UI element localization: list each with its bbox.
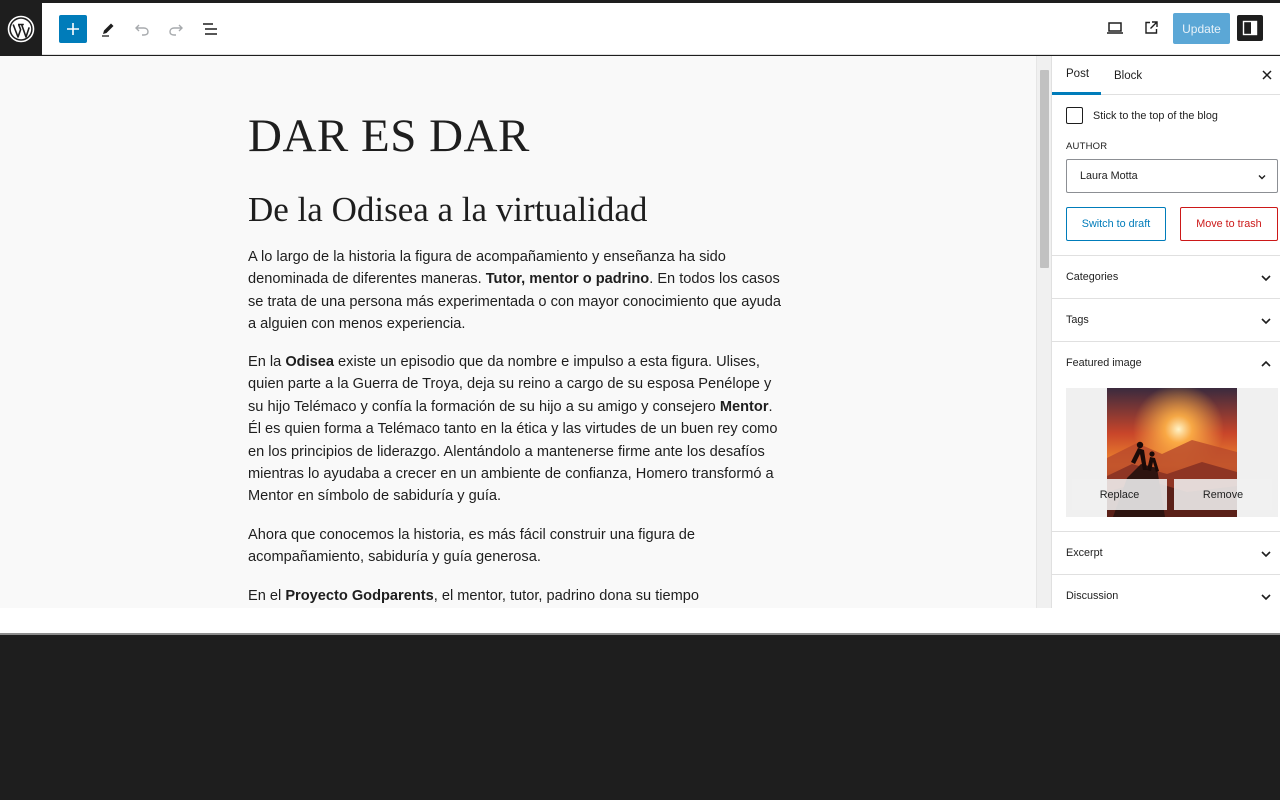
paragraph-bold-text: Mentor [719,398,769,415]
panel-categories[interactable]: Categories [1052,255,1280,298]
paragraph-text: En el [248,588,286,604]
post-heading[interactable]: De la Odisea a la virtualidad [248,190,647,230]
undo-button[interactable] [130,17,154,41]
paragraph-bold-text: Odisea [285,354,334,370]
chevron-down-icon [1261,594,1271,601]
sticky-option: Stick to the top of the blog [1066,107,1218,124]
switch-to-draft-button[interactable]: Switch to draft [1066,207,1166,241]
paragraph-text: En la [248,354,286,370]
panel-title: Tags [1066,314,1089,326]
panel-title: Excerpt [1066,547,1103,559]
panel-tags[interactable]: Tags [1052,298,1280,341]
paragraph-text: , el mentor, tutor, padrino dona su tiem… [433,588,700,604]
plus-icon [67,23,79,35]
paragraph-bold-text: Proyecto Godparents [285,588,434,604]
add-block-button[interactable] [59,15,87,43]
paragraph-block[interactable]: A lo largo de la historia la figura de a… [248,246,788,336]
wordpress-logo-button[interactable] [0,3,42,55]
chevron-down-icon [1261,551,1271,558]
panel-title: Categories [1066,271,1119,283]
author-label: AUTHOR [1066,141,1108,152]
panel-discussion[interactable]: Discussion [1052,574,1280,608]
panel-excerpt[interactable]: Excerpt [1052,531,1280,574]
author-value: Laura Motta [1080,170,1138,182]
list-view-button[interactable] [198,17,222,41]
pencil-icon [102,23,114,37]
list-view-icon [203,23,217,35]
tab-post[interactable]: Post [1052,56,1101,95]
featured-image-area: Replace Remove [1066,388,1278,517]
window-bottom-edge [0,608,1280,635]
close-icon [1262,70,1272,80]
paragraph-block[interactable]: En el Proyecto Godparents, el mentor, tu… [248,585,788,607]
tools-button[interactable] [96,17,120,41]
chevron-up-icon [1261,360,1271,367]
sticky-label: Stick to the top of the blog [1093,109,1218,122]
chevron-down-icon [1258,175,1266,180]
external-link-icon [1145,21,1158,34]
view-post-button[interactable] [1139,16,1163,40]
undo-icon [135,24,149,36]
panel-featured-image[interactable]: Featured image [1052,341,1280,384]
editor-app: Update DAR ES DAR De la Odisea a la virt… [0,0,1280,800]
author-select[interactable]: Laura Motta [1066,159,1278,193]
desktop-icon [1107,22,1123,34]
close-sidebar-button[interactable] [1259,67,1275,83]
preview-button[interactable] [1103,16,1127,40]
redo-icon [169,24,183,36]
move-to-trash-button[interactable]: Move to trash [1180,207,1278,241]
update-button[interactable]: Update [1173,13,1230,44]
sticky-checkbox[interactable] [1066,107,1083,124]
settings-sidebar: Post Block Stick to the top of the blog … [1051,56,1280,608]
editor-toolbar: Update [0,3,1280,55]
panel-title: Discussion [1066,590,1119,602]
canvas-scrollbar[interactable] [1036,56,1051,608]
sidebar-toggle-icon [1242,20,1258,36]
tab-block[interactable]: Block [1114,56,1142,95]
panel-title: Featured image [1066,357,1142,369]
paragraph-block[interactable]: Ahora que conocemos la historia, es más … [248,524,788,569]
post-title[interactable]: DAR ES DAR [248,109,530,163]
sidebar-tabs: Post Block [1052,56,1280,95]
replace-image-button[interactable]: Replace [1072,479,1167,510]
paragraph-bold-text: Tutor, mentor o padrino [485,271,650,288]
redo-button[interactable] [164,17,188,41]
paragraph-block[interactable]: En la Odisea existe un episodio que da n… [248,351,788,508]
scrollbar-thumb[interactable] [1040,70,1049,268]
chevron-down-icon [1261,318,1271,325]
remove-image-button[interactable]: Remove [1174,479,1272,510]
editor-canvas[interactable]: DAR ES DAR De la Odisea a la virtualidad… [0,56,1036,608]
wordpress-logo-icon [7,15,35,43]
settings-button[interactable] [1237,15,1263,41]
chevron-down-icon [1261,275,1271,282]
